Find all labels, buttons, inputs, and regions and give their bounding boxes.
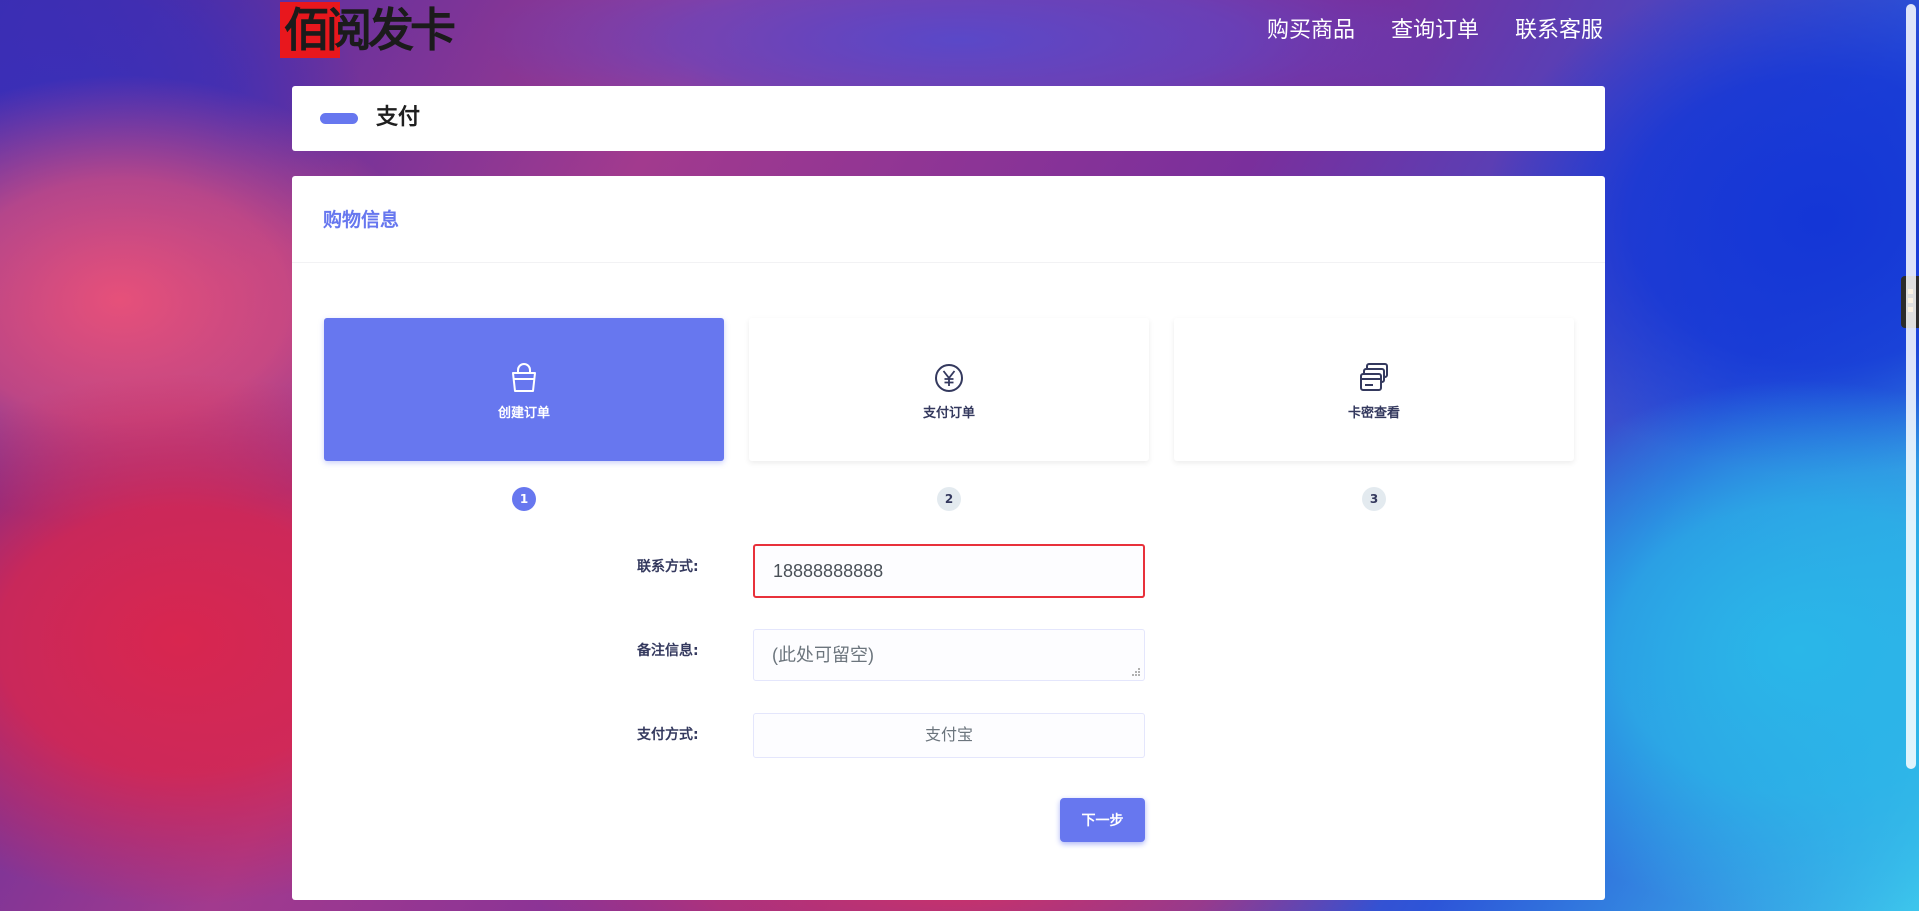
resize-grip-icon[interactable] [1131, 667, 1141, 677]
remark-placeholder: (此处可留空) [772, 645, 874, 665]
payment-label: 支付方式: [637, 727, 699, 743]
remark-textarea[interactable]: (此处可留空) [753, 629, 1145, 681]
scrollbar-thumb[interactable] [1906, 4, 1916, 769]
card-header: 购物信息 [292, 176, 1605, 263]
step-number-badge: 3 [1362, 487, 1386, 511]
yen-coin-icon [935, 364, 963, 392]
top-nav: 购买商品 查询订单 联系客服 [1267, 10, 1603, 50]
shopping-bag-icon [512, 363, 536, 392]
nav-contact-support[interactable]: 联系客服 [1515, 10, 1603, 50]
remark-label: 备注信息: [637, 643, 699, 659]
nav-query-order[interactable]: 查询订单 [1391, 10, 1479, 50]
card-stack-icon [1360, 363, 1388, 391]
step-number-badge: 1 [512, 487, 536, 511]
nav-buy-products[interactable]: 购买商品 [1267, 10, 1355, 50]
top-bar: 佰阅发卡 购买商品 查询订单 联系客服 [0, 0, 1919, 62]
logo-text: 佰阅发卡 [284, 3, 456, 57]
contact-input-value: 18888888888 [773, 561, 884, 581]
purchase-card: 购物信息 创建订单 支付订单 卡密查看 1 2 3 联系方式: 18888888… [292, 176, 1605, 900]
payment-method-select[interactable]: 支付宝 [753, 713, 1145, 758]
page-title-card: 支付 [292, 86, 1605, 151]
step-view-card-key[interactable]: 卡密查看 [1174, 318, 1574, 461]
contact-input[interactable]: 18888888888 [753, 544, 1145, 598]
title-accent-pill [320, 113, 358, 124]
step-label: 卡密查看 [1347, 406, 1400, 421]
step-create-order[interactable]: 创建订单 [324, 318, 724, 461]
next-step-button[interactable]: 下一步 [1060, 798, 1145, 842]
site-logo[interactable]: 佰阅发卡 [280, 0, 456, 60]
payment-method-value: 支付宝 [924, 727, 973, 744]
card-header-title: 购物信息 [323, 209, 400, 231]
step-number-badge: 2 [937, 487, 961, 511]
step-pay-order[interactable]: 支付订单 [749, 318, 1149, 461]
step-label: 支付订单 [922, 406, 975, 421]
page-scrollbar[interactable] [1903, 0, 1919, 911]
page-title: 支付 [376, 105, 421, 130]
step-label: 创建订单 [497, 406, 550, 421]
contact-label: 联系方式: [637, 559, 699, 575]
